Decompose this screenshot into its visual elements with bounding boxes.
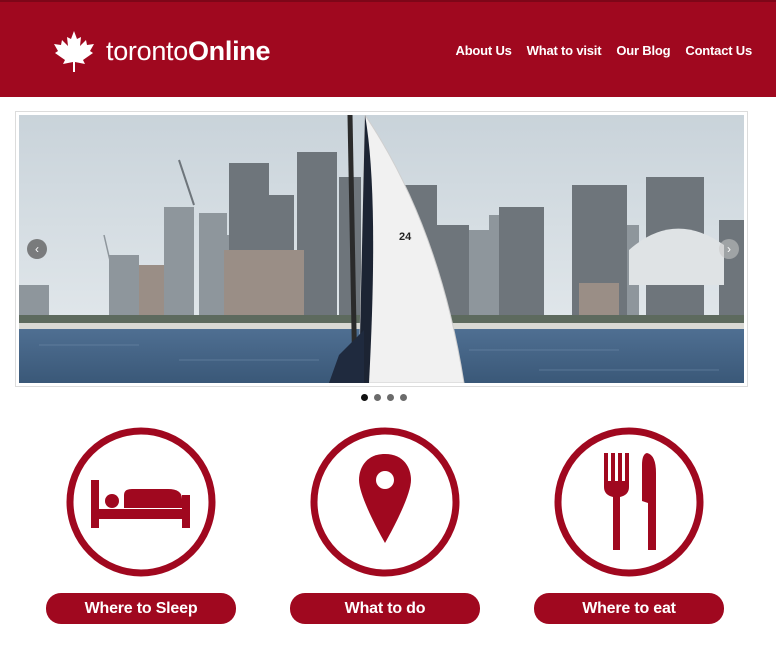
svg-text:24: 24 (399, 231, 412, 243)
site-logo[interactable]: torontoOnline (52, 28, 270, 74)
feature-sleep: Where to Sleep (46, 425, 236, 624)
nav-about-us[interactable]: About Us (456, 43, 512, 58)
carousel-prev-button[interactable]: ‹ (27, 239, 47, 259)
carousel-dot-1[interactable] (361, 394, 368, 401)
carousel-dot-4[interactable] (400, 394, 407, 401)
map-pin-icon[interactable] (308, 425, 462, 579)
what-to-do-button[interactable]: What to do (290, 593, 480, 624)
where-to-eat-button[interactable]: Where to eat (534, 593, 724, 624)
carousel-next-button[interactable]: › (719, 239, 739, 259)
site-name-light: toronto (106, 35, 188, 66)
carousel-dot-3[interactable] (387, 394, 394, 401)
nav-our-blog[interactable]: Our Blog (616, 43, 670, 58)
image-carousel: 24 ‹ › (15, 111, 748, 387)
site-name: torontoOnline (106, 35, 271, 66)
site-header: torontoOnline About Us What to visit Our… (0, 0, 776, 97)
feature-do: What to do (290, 425, 480, 624)
maple-leaf-icon (54, 31, 94, 72)
where-to-sleep-button[interactable]: Where to Sleep (46, 593, 236, 624)
bed-icon[interactable] (64, 425, 218, 579)
carousel-slide-image: 24 (19, 115, 744, 383)
site-name-bold: Online (187, 35, 271, 66)
carousel-dot-2[interactable] (374, 394, 381, 401)
carousel-pagination (361, 394, 413, 401)
nav-what-to-visit[interactable]: What to visit (527, 43, 602, 58)
fork-knife-icon[interactable] (552, 425, 706, 579)
main-nav: About Us What to visit Our Blog Contact … (441, 43, 753, 58)
nav-contact-us[interactable]: Contact Us (685, 43, 752, 58)
feature-eat: Where to eat (534, 425, 724, 624)
